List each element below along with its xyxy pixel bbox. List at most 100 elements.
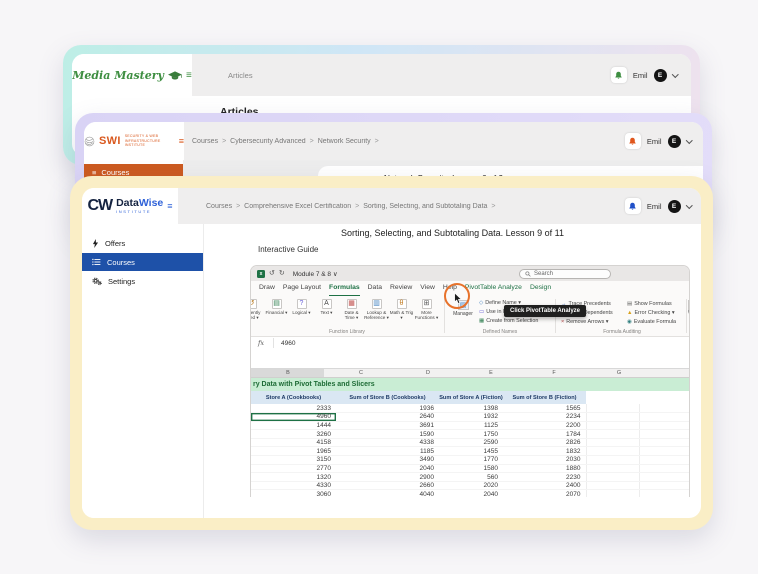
lookup-reference-icon: ▥ bbox=[372, 299, 382, 309]
data-cell: 3260 bbox=[251, 430, 336, 439]
excel-tab-design[interactable]: Design bbox=[530, 281, 551, 296]
sidebar-item-offers[interactable]: Offers bbox=[82, 234, 203, 252]
excel-tab-pivottable-analyze[interactable]: PivotTable Analyze bbox=[465, 281, 522, 296]
ribbon-button-label: Show Formulas bbox=[634, 301, 671, 307]
notifications-button[interactable] bbox=[625, 133, 641, 149]
error-checking-icon: ▲ bbox=[627, 310, 632, 316]
avatar[interactable]: E bbox=[668, 135, 681, 148]
excel-guide-screenshot[interactable]: x ↺ ↻ Module 7 & 8 ∨ Search DrawPage Lay… bbox=[250, 265, 690, 497]
ribbon-button-math-trig[interactable]: θMath & Trig ▾ bbox=[389, 299, 414, 321]
excel-tab-draw[interactable]: Draw bbox=[259, 281, 275, 296]
breadcrumb-item[interactable]: Network Security bbox=[318, 138, 371, 145]
ribbon-button-create-from-selection[interactable]: ▦Create from Selection bbox=[479, 317, 538, 325]
data-cell: 560 bbox=[439, 473, 503, 482]
breadcrumb-item[interactable]: Sorting, Selecting, and Subtotaling Data bbox=[363, 203, 487, 210]
data-cell: 2660 bbox=[336, 481, 439, 490]
media-mastery-logo[interactable]: Media Mastery ≡ bbox=[72, 54, 192, 96]
swi-brand-text: SWI bbox=[99, 135, 121, 147]
hamburger-menu-icon[interactable]: ≡ bbox=[167, 201, 172, 211]
empty-cell bbox=[639, 481, 689, 490]
table-row: 4158433825902826 bbox=[251, 438, 689, 447]
breadcrumb-item[interactable]: Courses bbox=[192, 138, 218, 145]
pivot-header-row: Store A (Cookbooks)Sum of Store B (Cookb… bbox=[251, 391, 689, 404]
ribbon-button-date-time[interactable]: ▦Date & Time ▾ bbox=[339, 299, 364, 321]
swi-logo[interactable]: SWI SECURITY & WEB INFRASTRUCTURE INSTIT… bbox=[84, 122, 184, 160]
media-nav-articles[interactable]: Articles bbox=[228, 71, 253, 80]
empty-cell bbox=[586, 404, 639, 413]
data-cell: 2826 bbox=[503, 438, 586, 447]
excel-tab-data[interactable]: Data bbox=[368, 281, 382, 296]
logical-icon: ? bbox=[297, 299, 307, 309]
text-icon: A bbox=[322, 299, 332, 309]
watch-window-button[interactable]: ▣ Watch Window bbox=[688, 300, 690, 316]
column-letter-c[interactable]: C bbox=[359, 370, 363, 376]
data-cell: 4158 bbox=[251, 438, 336, 447]
empty-cell bbox=[586, 473, 639, 482]
bell-icon bbox=[628, 137, 637, 146]
sidebar-item-label: Settings bbox=[108, 277, 135, 286]
column-headers[interactable]: B C D E F G bbox=[251, 369, 689, 378]
empty-cell bbox=[639, 447, 689, 456]
notifications-button[interactable] bbox=[625, 198, 641, 214]
ribbon-button-error-checking[interactable]: ▲Error Checking ▾ bbox=[627, 309, 676, 317]
chevron-down-icon[interactable] bbox=[686, 137, 692, 143]
data-cell: 2900 bbox=[336, 473, 439, 482]
ribbon-button-remove-arrows[interactable]: ×Remove Arrows ▾ bbox=[561, 318, 613, 326]
excel-tab-formulas[interactable]: Formulas bbox=[329, 281, 360, 296]
column-letter-g[interactable]: G bbox=[617, 370, 621, 376]
breadcrumb-item[interactable]: Courses bbox=[206, 203, 232, 210]
table-row: 3060404020402070 bbox=[251, 490, 689, 497]
empty-cell bbox=[639, 413, 689, 422]
column-letter-f[interactable]: F bbox=[552, 370, 555, 376]
table-row: 1444369111252200 bbox=[251, 421, 689, 430]
data-cell: 4040 bbox=[336, 490, 439, 497]
excel-sheet-table: Store A (Cookbooks)Sum of Store B (Cookb… bbox=[251, 391, 689, 497]
notifications-button[interactable] bbox=[611, 67, 627, 83]
list-icon bbox=[92, 258, 101, 266]
interactive-guide-label: Interactive Guide bbox=[258, 245, 318, 254]
data-cell: 1185 bbox=[336, 447, 439, 456]
date-time-icon: ▦ bbox=[347, 299, 357, 309]
ribbon-button-label: Error Checking ▾ bbox=[634, 310, 674, 316]
datawise-word-data: Data bbox=[116, 197, 139, 209]
redo-icon[interactable]: ↻ bbox=[279, 270, 285, 277]
data-cell: 2030 bbox=[503, 456, 586, 465]
ribbon-button-financial[interactable]: ▤Financial ▾ bbox=[264, 299, 289, 321]
workbook-name[interactable]: Module 7 & 8 ∨ bbox=[293, 270, 338, 278]
breadcrumb-item[interactable]: Cybersecurity Advanced bbox=[230, 138, 305, 145]
column-letter-d[interactable]: D bbox=[426, 370, 430, 376]
table-row: 4330266020202400 bbox=[251, 481, 689, 490]
chevron-down-icon[interactable] bbox=[672, 71, 678, 77]
excel-tab-view[interactable]: View bbox=[420, 281, 435, 296]
financial-icon: ▤ bbox=[272, 299, 282, 309]
datawise-sub: INSTITUTE bbox=[116, 210, 163, 214]
column-letter-b[interactable]: B bbox=[286, 370, 290, 376]
excel-tab-review[interactable]: Review bbox=[390, 281, 412, 296]
ribbon-button-more-functions[interactable]: ⊞More Functions ▾ bbox=[414, 299, 439, 321]
ribbon-button-show-formulas[interactable]: ▤Show Formulas bbox=[627, 300, 676, 308]
breadcrumb-item[interactable]: Comprehensive Excel Certification bbox=[244, 203, 351, 210]
avatar[interactable]: E bbox=[668, 200, 681, 213]
data-cell: 2200 bbox=[503, 421, 586, 430]
excel-search-box[interactable]: Search bbox=[519, 269, 611, 279]
column-letter-e[interactable]: E bbox=[489, 370, 493, 376]
sidebar-item-label: Offers bbox=[105, 239, 125, 248]
datawise-logo[interactable]: CW DataWise INSTITUTE ≡ bbox=[82, 188, 178, 224]
undo-icon[interactable]: ↺ bbox=[269, 270, 275, 277]
formula-bar[interactable]: fx 4960 bbox=[251, 337, 689, 369]
user-name: Emil bbox=[647, 137, 662, 146]
ribbon-button-text[interactable]: AText ▾ bbox=[314, 299, 339, 321]
avatar[interactable]: E bbox=[654, 69, 667, 82]
excel-tab-page-layout[interactable]: Page Layout bbox=[283, 281, 321, 296]
ribbon-button-recently-used[interactable]: ↺Recently Used ▾ bbox=[250, 299, 264, 321]
data-cell: 3150 bbox=[251, 456, 336, 465]
ribbon-button-lookup-reference[interactable]: ▥Lookup & Reference ▾ bbox=[364, 299, 389, 321]
data-cell: 1750 bbox=[439, 430, 503, 439]
hamburger-menu-icon[interactable]: ≡ bbox=[186, 70, 192, 81]
sidebar-item-settings[interactable]: Settings bbox=[82, 272, 203, 290]
sidebar-item-courses[interactable]: Courses bbox=[82, 253, 203, 271]
ribbon-button-evaluate-formula[interactable]: ◉Evaluate Formula bbox=[627, 318, 676, 326]
data-cell: 2640 bbox=[336, 413, 439, 422]
chevron-down-icon[interactable] bbox=[686, 202, 692, 208]
ribbon-button-logical[interactable]: ?Logical ▾ bbox=[289, 299, 314, 321]
